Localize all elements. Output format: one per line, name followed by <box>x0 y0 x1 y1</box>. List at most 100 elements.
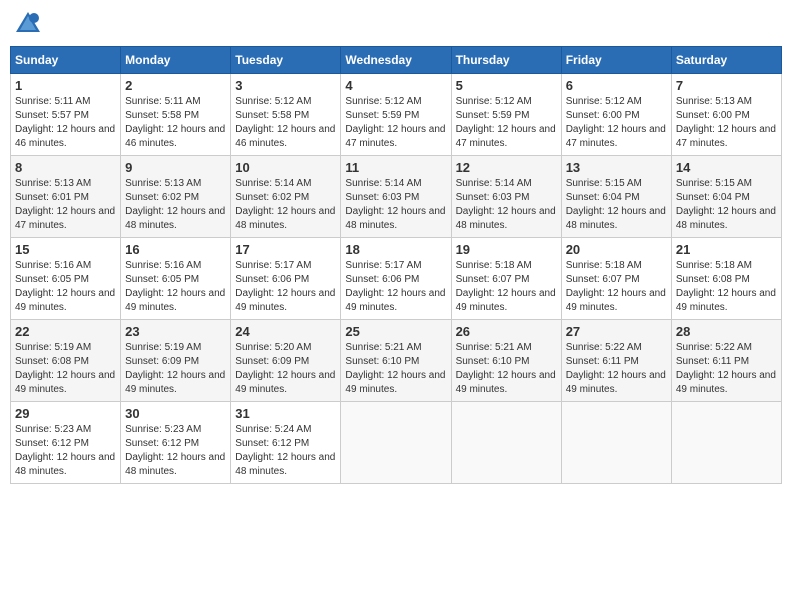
calendar-cell: 24Sunrise: 5:20 AMSunset: 6:09 PMDayligh… <box>231 320 341 402</box>
day-info: Sunrise: 5:16 AMSunset: 6:05 PMDaylight:… <box>15 259 116 315</box>
calendar-cell <box>451 402 561 484</box>
day-header-tuesday: Tuesday <box>231 47 341 74</box>
calendar-cell: 23Sunrise: 5:19 AMSunset: 6:09 PMDayligh… <box>121 320 231 402</box>
calendar-week-row: 8 Sunrise: 5:13 AMSunset: 6:01 PMDaylight… <box>11 156 782 238</box>
calendar-cell: 4 Sunrise: 5:12 AMSunset: 5:59 PMDaylight… <box>341 74 451 156</box>
calendar-cell: 14 Sunrise: 5:15 AMSunset: 6:04 PMDayligh… <box>671 156 781 238</box>
day-info: Sunrise: 5:14 AMSunset: 6:03 PMDaylight:… <box>345 177 446 233</box>
day-number: 22 <box>15 324 116 339</box>
day-info: Sunrise: 5:22 AMSunset: 6:11 PMDaylight:… <box>676 341 777 397</box>
day-info: Sunrise: 5:17 AMSunset: 6:06 PMDaylight:… <box>235 259 336 315</box>
logo <box>14 10 46 38</box>
day-info: Sunrise: 5:21 AMSunset: 6:10 PMDaylight:… <box>456 341 557 397</box>
calendar-cell: 28 Sunrise: 5:22 AMSunset: 6:11 PMDayligh… <box>671 320 781 402</box>
calendar-cell: 20 Sunrise: 5:18 AMSunset: 6:07 PMDayligh… <box>561 238 671 320</box>
day-number: 8 <box>15 160 116 175</box>
calendar-cell: 15 Sunrise: 5:16 AMSunset: 6:05 PMDayligh… <box>11 238 121 320</box>
day-number: 4 <box>345 78 446 93</box>
day-number: 19 <box>456 242 557 257</box>
day-info: Sunrise: 5:19 AMSunset: 6:08 PMDaylight:… <box>15 341 116 397</box>
calendar-cell: 22 Sunrise: 5:19 AMSunset: 6:08 PMDayligh… <box>11 320 121 402</box>
logo-icon <box>14 10 42 38</box>
day-number: 24 <box>235 324 336 339</box>
day-info: Sunrise: 5:13 AMSunset: 6:02 PMDaylight:… <box>125 177 226 233</box>
page-header <box>10 10 782 38</box>
calendar-cell: 1 Sunrise: 5:11 AMSunset: 5:57 PMDaylight… <box>11 74 121 156</box>
day-info: Sunrise: 5:22 AMSunset: 6:11 PMDaylight:… <box>566 341 667 397</box>
calendar-cell: 17 Sunrise: 5:17 AMSunset: 6:06 PMDayligh… <box>231 238 341 320</box>
day-info: Sunrise: 5:19 AMSunset: 6:09 PMDaylight:… <box>125 341 226 397</box>
day-info: Sunrise: 5:12 AMSunset: 5:59 PMDaylight:… <box>456 95 557 151</box>
day-number: 25 <box>345 324 446 339</box>
day-header-friday: Friday <box>561 47 671 74</box>
calendar-cell: 30Sunrise: 5:23 AMSunset: 6:12 PMDayligh… <box>121 402 231 484</box>
calendar-cell: 16 Sunrise: 5:16 AMSunset: 6:05 PMDayligh… <box>121 238 231 320</box>
calendar-cell: 25 Sunrise: 5:21 AMSunset: 6:10 PMDayligh… <box>341 320 451 402</box>
day-info: Sunrise: 5:13 AMSunset: 6:01 PMDaylight:… <box>15 177 116 233</box>
day-header-saturday: Saturday <box>671 47 781 74</box>
day-number: 10 <box>235 160 336 175</box>
day-number: 2 <box>125 78 226 93</box>
calendar-cell: 27 Sunrise: 5:22 AMSunset: 6:11 PMDayligh… <box>561 320 671 402</box>
calendar-week-row: 1 Sunrise: 5:11 AMSunset: 5:57 PMDaylight… <box>11 74 782 156</box>
calendar-cell: 10Sunrise: 5:14 AMSunset: 6:02 PMDayligh… <box>231 156 341 238</box>
calendar-cell: 9 Sunrise: 5:13 AMSunset: 6:02 PMDaylight… <box>121 156 231 238</box>
calendar-cell <box>671 402 781 484</box>
day-info: Sunrise: 5:11 AMSunset: 5:58 PMDaylight:… <box>125 95 226 151</box>
calendar-header-row: SundayMondayTuesdayWednesdayThursdayFrid… <box>11 47 782 74</box>
day-number: 14 <box>676 160 777 175</box>
calendar-cell: 21Sunrise: 5:18 AMSunset: 6:08 PMDayligh… <box>671 238 781 320</box>
calendar-cell: 11Sunrise: 5:14 AMSunset: 6:03 PMDayligh… <box>341 156 451 238</box>
day-header-thursday: Thursday <box>451 47 561 74</box>
day-number: 30 <box>125 406 226 421</box>
day-number: 16 <box>125 242 226 257</box>
day-number: 12 <box>456 160 557 175</box>
calendar-week-row: 22 Sunrise: 5:19 AMSunset: 6:08 PMDayligh… <box>11 320 782 402</box>
calendar-cell: 12 Sunrise: 5:14 AMSunset: 6:03 PMDayligh… <box>451 156 561 238</box>
day-number: 1 <box>15 78 116 93</box>
calendar-cell: 26 Sunrise: 5:21 AMSunset: 6:10 PMDayligh… <box>451 320 561 402</box>
day-number: 29 <box>15 406 116 421</box>
day-number: 5 <box>456 78 557 93</box>
calendar-cell: 5 Sunrise: 5:12 AMSunset: 5:59 PMDaylight… <box>451 74 561 156</box>
day-info: Sunrise: 5:21 AMSunset: 6:10 PMDaylight:… <box>345 341 446 397</box>
day-header-monday: Monday <box>121 47 231 74</box>
day-header-sunday: Sunday <box>11 47 121 74</box>
day-number: 18 <box>345 242 446 257</box>
calendar-cell: 2 Sunrise: 5:11 AMSunset: 5:58 PMDaylight… <box>121 74 231 156</box>
day-info: Sunrise: 5:16 AMSunset: 6:05 PMDaylight:… <box>125 259 226 315</box>
day-info: Sunrise: 5:15 AMSunset: 6:04 PMDaylight:… <box>566 177 667 233</box>
day-info: Sunrise: 5:15 AMSunset: 6:04 PMDaylight:… <box>676 177 777 233</box>
day-number: 31 <box>235 406 336 421</box>
day-header-wednesday: Wednesday <box>341 47 451 74</box>
day-number: 28 <box>676 324 777 339</box>
calendar-cell <box>561 402 671 484</box>
day-info: Sunrise: 5:12 AMSunset: 5:59 PMDaylight:… <box>345 95 446 151</box>
day-info: Sunrise: 5:24 AMSunset: 6:12 PMDaylight:… <box>235 423 336 479</box>
calendar-cell: 6 Sunrise: 5:12 AMSunset: 6:00 PMDaylight… <box>561 74 671 156</box>
day-info: Sunrise: 5:18 AMSunset: 6:07 PMDaylight:… <box>566 259 667 315</box>
calendar-body: 1 Sunrise: 5:11 AMSunset: 5:57 PMDaylight… <box>11 74 782 484</box>
day-info: Sunrise: 5:11 AMSunset: 5:57 PMDaylight:… <box>15 95 116 151</box>
calendar-cell: 13 Sunrise: 5:15 AMSunset: 6:04 PMDayligh… <box>561 156 671 238</box>
calendar-week-row: 29 Sunrise: 5:23 AMSunset: 6:12 PMDayligh… <box>11 402 782 484</box>
day-number: 6 <box>566 78 667 93</box>
day-number: 27 <box>566 324 667 339</box>
day-info: Sunrise: 5:23 AMSunset: 6:12 PMDaylight:… <box>15 423 116 479</box>
calendar-cell: 3Sunrise: 5:12 AMSunset: 5:58 PMDaylight… <box>231 74 341 156</box>
day-number: 13 <box>566 160 667 175</box>
calendar-cell: 19Sunrise: 5:18 AMSunset: 6:07 PMDayligh… <box>451 238 561 320</box>
day-number: 17 <box>235 242 336 257</box>
day-info: Sunrise: 5:14 AMSunset: 6:03 PMDaylight:… <box>456 177 557 233</box>
calendar-cell: 8 Sunrise: 5:13 AMSunset: 6:01 PMDaylight… <box>11 156 121 238</box>
day-info: Sunrise: 5:18 AMSunset: 6:08 PMDaylight:… <box>676 259 777 315</box>
calendar-cell: 7Sunrise: 5:13 AMSunset: 6:00 PMDaylight… <box>671 74 781 156</box>
day-number: 9 <box>125 160 226 175</box>
day-info: Sunrise: 5:13 AMSunset: 6:00 PMDaylight:… <box>676 95 777 151</box>
day-number: 20 <box>566 242 667 257</box>
day-info: Sunrise: 5:12 AMSunset: 6:00 PMDaylight:… <box>566 95 667 151</box>
day-number: 15 <box>15 242 116 257</box>
day-number: 26 <box>456 324 557 339</box>
day-info: Sunrise: 5:12 AMSunset: 5:58 PMDaylight:… <box>235 95 336 151</box>
calendar-table: SundayMondayTuesdayWednesdayThursdayFrid… <box>10 46 782 484</box>
